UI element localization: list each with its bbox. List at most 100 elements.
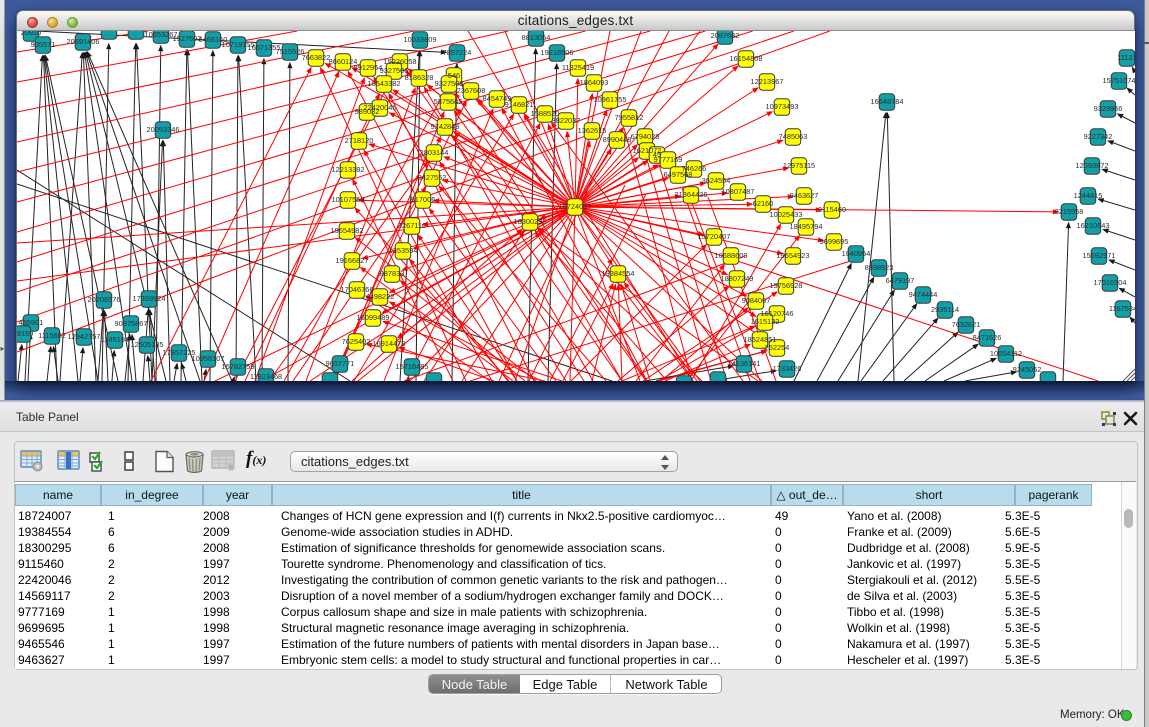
svg-text:16648784: 16648784 — [871, 97, 904, 106]
svg-text:16543382: 16543382 — [368, 79, 401, 88]
svg-text:8427552: 8427552 — [418, 173, 447, 182]
svg-text:12975115: 12975115 — [783, 161, 815, 170]
svg-text:21364436: 21364436 — [675, 190, 708, 199]
svg-text:2718120: 2718120 — [345, 136, 374, 145]
svg-text:18807249: 18807249 — [721, 274, 754, 283]
svg-text:12213382: 12213382 — [332, 165, 365, 174]
svg-text:20206576: 20206576 — [88, 295, 121, 304]
svg-text:1353594: 1353594 — [389, 246, 418, 255]
svg-text:887833: 887833 — [380, 269, 405, 278]
svg-text:11923468: 11923468 — [250, 372, 282, 381]
svg-text:19756928: 19756928 — [770, 281, 803, 290]
svg-text:18495794: 18495794 — [790, 222, 823, 231]
svg-text:9245052: 9245052 — [1013, 365, 1042, 374]
svg-text:16154808: 16154808 — [730, 54, 763, 63]
svg-text:8912954: 8912954 — [354, 63, 383, 72]
svg-text:15692971: 15692971 — [1083, 251, 1116, 260]
svg-text:19654982: 19654982 — [331, 226, 364, 235]
svg-text:15720407: 15720407 — [698, 232, 731, 241]
svg-text:1167534: 1167534 — [1109, 304, 1135, 313]
svg-text:7857224: 7857224 — [443, 48, 472, 57]
svg-text:2367608: 2367608 — [457, 86, 486, 95]
svg-text:7515526: 7515526 — [276, 47, 305, 56]
svg-text:16210643: 16210643 — [1077, 221, 1110, 230]
svg-text:252254: 252254 — [765, 343, 790, 352]
svg-text:7485063: 7485063 — [779, 132, 808, 141]
svg-text:10958107: 10958107 — [192, 354, 225, 363]
svg-text:3822037: 3822037 — [552, 116, 581, 125]
svg-text:11121: 11121 — [1117, 53, 1135, 62]
svg-text:1115682: 1115682 — [38, 331, 66, 340]
svg-text:7955812: 7955812 — [615, 113, 644, 122]
svg-text:16914479: 16914479 — [373, 339, 406, 348]
svg-text:10025433: 10025433 — [770, 210, 803, 219]
svg-text:9146821: 9146821 — [505, 100, 534, 109]
svg-text:17957225: 17957225 — [163, 348, 196, 357]
svg-text:19654923: 19654923 — [777, 251, 810, 260]
svg-text:3267110: 3267110 — [398, 221, 426, 230]
svg-text:19384554: 19384554 — [602, 269, 635, 278]
svg-text:12093872: 12093872 — [1076, 161, 1109, 170]
svg-text:9329966: 9329966 — [1094, 104, 1123, 113]
svg-text:9474444: 9474444 — [909, 290, 938, 299]
svg-text:62160: 62160 — [753, 199, 774, 208]
svg-text:1145194: 1145194 — [101, 335, 129, 344]
svg-text:8215958: 8215958 — [1055, 207, 1084, 216]
svg-text:10961755: 10961755 — [594, 95, 627, 104]
svg-text:16782759: 16782759 — [222, 362, 255, 371]
svg-text:9657771: 9657771 — [326, 359, 355, 368]
svg-text:15716485: 15716485 — [396, 362, 429, 371]
svg-text:16099489: 16099489 — [357, 313, 390, 322]
svg-text:905571: 905571 — [31, 40, 56, 49]
svg-text:19166827: 19166827 — [336, 256, 369, 265]
svg-text:17016504: 17016504 — [1094, 278, 1127, 287]
svg-text:10688609: 10688609 — [715, 251, 748, 260]
svg-text:2087682: 2087682 — [711, 31, 740, 40]
svg-text:1244415: 1244415 — [1074, 191, 1103, 200]
svg-text:17359924: 17359924 — [133, 294, 166, 303]
svg-text:8813054: 8813054 — [522, 33, 551, 42]
svg-text:10654112: 10654112 — [990, 349, 1022, 358]
svg-text:7663822: 7663822 — [302, 53, 331, 62]
svg-text:10033809: 10033809 — [404, 35, 437, 44]
svg-text:19218506: 19218506 — [541, 48, 574, 57]
svg-text:9242848: 9242848 — [431, 122, 460, 131]
svg-text:12505135: 12505135 — [131, 340, 164, 349]
svg-text:20910: 20910 — [21, 31, 42, 37]
svg-text:39159: 39159 — [17, 329, 33, 338]
svg-text:9115460: 9115460 — [818, 205, 846, 214]
svg-text:6794028: 6794028 — [631, 132, 660, 141]
svg-text:10107554: 10107554 — [332, 195, 365, 204]
svg-text:8990448: 8990448 — [603, 135, 632, 144]
svg-text:917006: 917006 — [411, 195, 436, 204]
svg-text:15226058: 15226058 — [384, 57, 417, 66]
svg-text:10807487: 10807487 — [722, 187, 755, 196]
svg-text:2935114: 2935114 — [931, 305, 959, 314]
svg-text:7632621: 7632621 — [952, 320, 981, 329]
svg-text:18724007: 18724007 — [559, 202, 592, 211]
svg-text:9227342: 9227342 — [1084, 132, 1113, 141]
svg-text:1615132: 1615132 — [751, 317, 780, 326]
svg-text:20053346: 20053346 — [147, 125, 180, 134]
svg-text:9463627: 9463627 — [790, 191, 819, 200]
svg-text:1864093: 1864093 — [580, 78, 609, 87]
svg-text:20691406: 20691406 — [67, 37, 100, 46]
svg-text:3624554: 3624554 — [702, 176, 731, 185]
svg-text:4498222: 4498222 — [366, 292, 395, 301]
svg-text:11325419: 11325419 — [562, 63, 594, 72]
svg-text:435901: 435901 — [19, 318, 44, 327]
svg-text:9777169: 9777169 — [654, 155, 683, 164]
svg-text:8471626: 8471626 — [973, 333, 1002, 342]
svg-text:18300295: 18300295 — [514, 217, 547, 226]
svg-text:2803144: 2803144 — [420, 148, 449, 157]
svg-text:1733426: 1733426 — [773, 364, 802, 373]
svg-text:15751074: 15751074 — [1103, 76, 1135, 85]
svg-text:90975867: 90975867 — [115, 319, 148, 328]
svg-text:746266: 746266 — [682, 164, 707, 173]
svg-text:1640954: 1640954 — [842, 249, 871, 258]
svg-text:1527602: 1527602 — [173, 34, 202, 43]
svg-text:10973493: 10973493 — [766, 102, 799, 111]
svg-text:5875685: 5875685 — [434, 97, 463, 106]
svg-text:22420046: 22420046 — [364, 103, 397, 112]
svg-text:6479197: 6479197 — [886, 276, 915, 285]
